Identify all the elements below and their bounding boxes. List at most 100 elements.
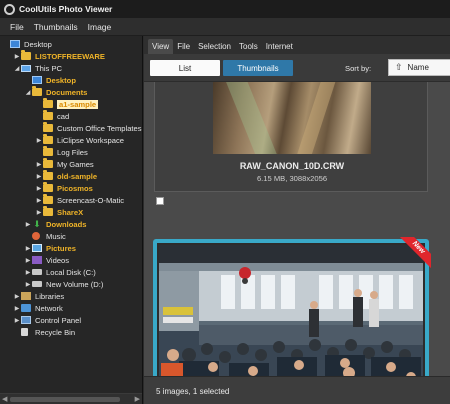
- folder-icon: [43, 122, 53, 132]
- expand-arrow-icon[interactable]: ▶: [24, 257, 32, 264]
- tree-item[interactable]: ▶ ShareX: [0, 206, 142, 218]
- tree-item[interactable]: ▶ old-sample: [0, 170, 142, 182]
- pictures-icon: [32, 244, 42, 252]
- folder-icon: [43, 110, 53, 120]
- tab-file[interactable]: File: [173, 39, 194, 54]
- tree-item[interactable]: ▶ Videos: [0, 254, 142, 266]
- expand-arrow-icon[interactable]: ▶: [13, 293, 21, 300]
- folder-icon: [43, 182, 53, 192]
- thumbnail-gallery[interactable]: RAW_CANON_10D.CRW 6.15 MB, 3088x2056 New: [144, 82, 450, 404]
- desktop-icon: [32, 76, 42, 84]
- collapse-arrow-icon[interactable]: ◢: [24, 89, 32, 96]
- status-text: 5 images, 1 selected: [156, 387, 230, 396]
- folder-tree: Desktop ▶ LISTOFFREEWARE ◢ This PC Desktop ◢ Do…: [0, 36, 143, 404]
- tree-item[interactable]: a1-sample: [0, 98, 142, 110]
- tree-item[interactable]: ▶ My Games: [0, 158, 142, 170]
- tree-item-label: Recycle Bin: [35, 327, 76, 337]
- tree-item-label: This PC: [35, 63, 63, 73]
- tree-item[interactable]: Desktop: [0, 74, 142, 86]
- expand-arrow-icon[interactable]: ▶: [35, 173, 43, 180]
- scroll-left-icon[interactable]: ◀: [2, 395, 7, 403]
- cpico-icon: [21, 316, 31, 324]
- tree-item[interactable]: Custom Office Templates: [0, 122, 142, 134]
- tree-item-label: New Volume (D:): [46, 279, 104, 289]
- tab-internet[interactable]: Internet: [262, 39, 297, 54]
- tree-horizontal-scrollbar[interactable]: ◀ ▶: [0, 393, 142, 404]
- tree-item-label: Pictures: [46, 243, 76, 253]
- tree-item[interactable]: Recycle Bin: [0, 326, 142, 338]
- menu-file[interactable]: File: [10, 22, 24, 32]
- list-view-button[interactable]: List: [150, 60, 220, 76]
- binico-icon: [21, 328, 28, 336]
- tree-item[interactable]: ◢ This PC: [0, 62, 142, 74]
- expand-arrow-icon[interactable]: ▶: [35, 137, 43, 144]
- tree-item-label: cad: [57, 111, 70, 121]
- tree-item-label: Music: [46, 231, 66, 241]
- expand-arrow-icon[interactable]: ▶: [13, 305, 21, 312]
- new-badge-label: New: [399, 237, 431, 269]
- tree-item[interactable]: ▶ Screencast-O-Matic: [0, 194, 142, 206]
- sort-ascending-icon: ⇧: [395, 62, 403, 72]
- tree-item-label: Picosmos: [57, 183, 93, 193]
- collapse-arrow-icon[interactable]: ◢: [13, 65, 21, 72]
- expand-arrow-icon[interactable]: ▶: [35, 209, 43, 216]
- folder-icon: [43, 206, 53, 216]
- tree-item[interactable]: ◢ Documents: [0, 86, 142, 98]
- folder-icon: [32, 86, 42, 96]
- app-logo-icon: [4, 3, 15, 15]
- sort-by-label: Sort by:: [345, 64, 372, 73]
- tree-item[interactable]: ▶ ⬇ Downloads: [0, 218, 142, 230]
- tree-item[interactable]: ▶ LiClipse Workspace: [0, 134, 142, 146]
- tree-item[interactable]: cad: [0, 110, 142, 122]
- tree-item[interactable]: ▶ LISTOFFREEWARE: [0, 50, 142, 62]
- folder-icon: [43, 194, 53, 204]
- folder-icon: [43, 170, 53, 180]
- menu-bar: File Thumbnails Image: [0, 18, 450, 36]
- expand-arrow-icon[interactable]: ▶: [24, 269, 32, 276]
- new-badge: New: [399, 237, 431, 269]
- window-title: CoolUtils Photo Viewer: [19, 4, 113, 14]
- content-pane: View File Selection Tools Internet List …: [144, 36, 450, 404]
- tree-item[interactable]: ▶ Network: [0, 302, 142, 314]
- libico-icon: [21, 292, 31, 300]
- tab-tools[interactable]: Tools: [235, 39, 262, 54]
- folder-icon: [43, 134, 53, 144]
- title-bar: CoolUtils Photo Viewer: [0, 0, 450, 18]
- thumbnail-select-checkbox[interactable]: [156, 197, 164, 205]
- scroll-right-icon[interactable]: ▶: [135, 395, 140, 403]
- thumbnail-image[interactable]: [213, 82, 371, 154]
- tree-item[interactable]: Desktop: [0, 38, 142, 50]
- expand-arrow-icon[interactable]: ▶: [35, 161, 43, 168]
- tab-selection[interactable]: Selection: [194, 39, 235, 54]
- folder-tree-list: Desktop ▶ LISTOFFREEWARE ◢ This PC Desktop ◢ Do…: [0, 36, 142, 338]
- expand-arrow-icon[interactable]: ▶: [24, 221, 32, 228]
- expand-arrow-icon[interactable]: ▶: [24, 245, 32, 252]
- tree-item[interactable]: ▶ Local Disk (C:): [0, 266, 142, 278]
- expand-arrow-icon[interactable]: ▶: [13, 53, 21, 60]
- menu-image[interactable]: Image: [88, 22, 112, 32]
- tree-item-label: Desktop: [24, 39, 52, 49]
- tree-item-label: old-sample: [57, 171, 98, 181]
- expand-arrow-icon[interactable]: ▶: [24, 281, 32, 288]
- tree-item[interactable]: Music: [0, 230, 142, 242]
- scrollbar-thumb[interactable]: [10, 397, 120, 402]
- tree-item[interactable]: ▶ Libraries: [0, 290, 142, 302]
- thumbnail-filename: RAW_CANON_10D.CRW: [239, 161, 345, 171]
- tree-item[interactable]: ▶ New Volume (D:): [0, 278, 142, 290]
- expand-arrow-icon[interactable]: ▶: [35, 185, 43, 192]
- expand-arrow-icon[interactable]: ▶: [35, 197, 43, 204]
- tree-item[interactable]: ▶ Pictures: [0, 242, 142, 254]
- sort-dropdown[interactable]: ⇧ Name: [388, 59, 450, 76]
- tree-item[interactable]: ▶ Picosmos: [0, 182, 142, 194]
- tree-item[interactable]: ▶ Control Panel: [0, 314, 142, 326]
- thumbnail-card[interactable]: RAW_CANON_10D.CRW 6.15 MB, 3088x2056: [154, 82, 428, 192]
- tree-item[interactable]: Log Files: [0, 146, 142, 158]
- disk-icon: [32, 269, 42, 275]
- tab-view[interactable]: View: [148, 39, 174, 54]
- tree-item-label: My Games: [57, 159, 94, 169]
- menu-thumbnails[interactable]: Thumbnails: [34, 22, 78, 32]
- thumbnails-view-button[interactable]: Thumbnails: [223, 60, 293, 76]
- tree-item-label: Libraries: [35, 291, 65, 301]
- tree-item-label: Local Disk (C:): [46, 267, 96, 277]
- expand-arrow-icon[interactable]: ▶: [13, 317, 21, 324]
